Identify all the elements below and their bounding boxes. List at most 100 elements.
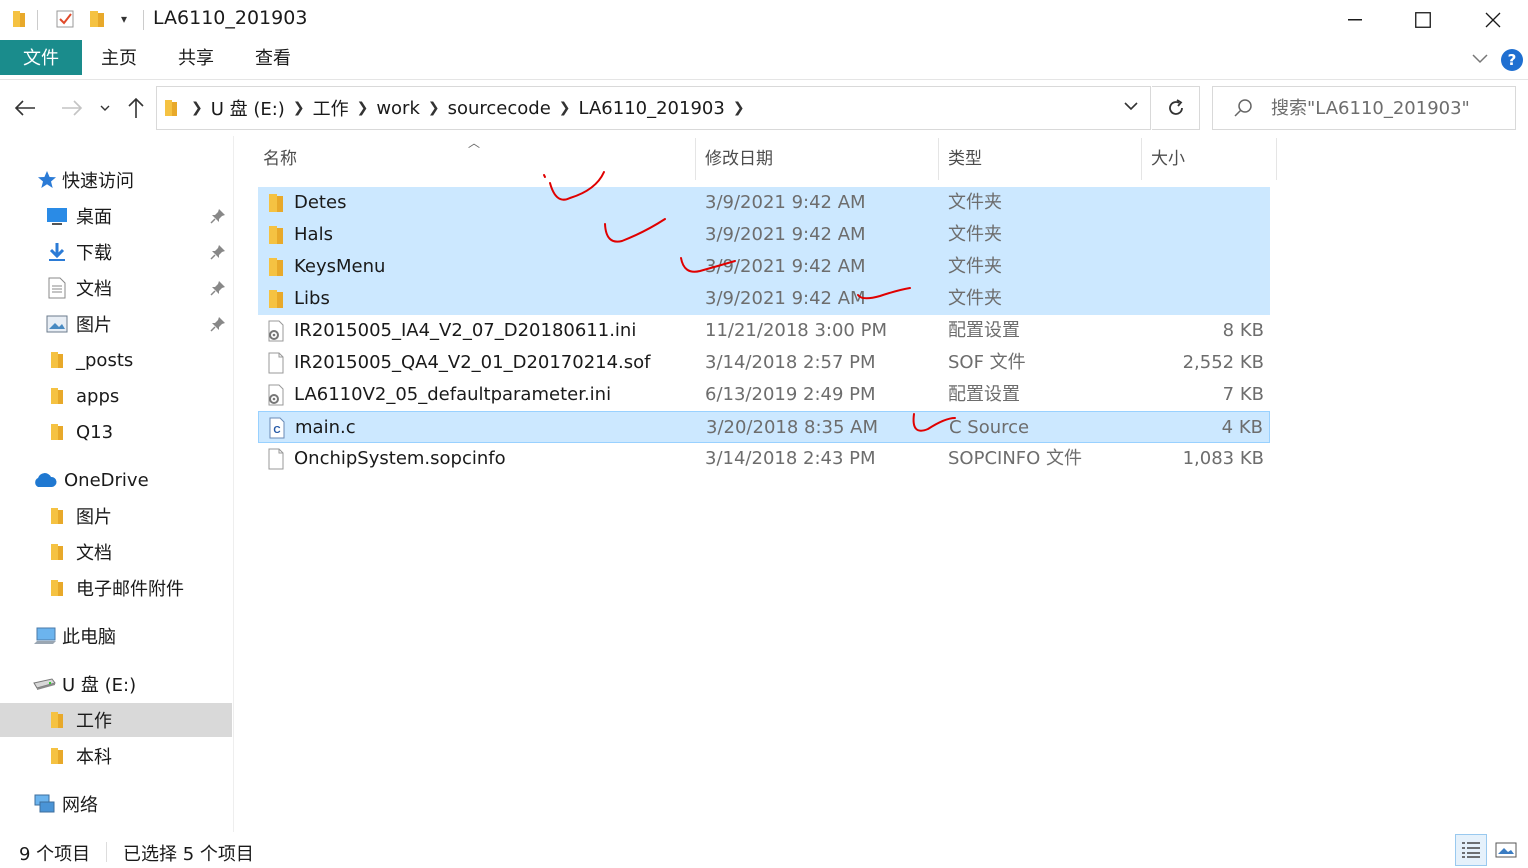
nav-desktop[interactable]: 桌面 [0,199,232,233]
file-date: 3/14/2018 2:57 PM [705,352,876,373]
divider [37,10,38,30]
chevron-right-icon[interactable]: ❯ [191,100,203,116]
file-name: KeysMenu [294,256,386,277]
computer-icon [32,625,58,647]
maximize-icon [1415,12,1431,28]
minimize-button[interactable] [1320,0,1390,40]
star-icon [36,169,58,191]
search-input[interactable] [1269,96,1503,120]
nav-onedrive-attachments[interactable]: 电子邮件附件 [0,571,232,605]
file-row-detes[interactable]: Detes 3/9/2021 9:42 AM 文件夹 [258,187,1270,219]
search-box[interactable] [1212,86,1516,130]
column-header-size[interactable]: 大小 [1143,138,1277,180]
tab-view[interactable]: 查看 [246,40,300,75]
up-button[interactable] [124,92,148,124]
status-bar: 9 个项目 已选择 5 个项目 [0,834,1528,868]
desktop-icon [46,205,68,227]
file-row-ia4-ini[interactable]: IR2015005_IA4_V2_07_D20180611.ini 11/21/… [258,315,1270,347]
nav-network[interactable]: 网络 [0,787,232,821]
file-type: 文件夹 [948,224,1002,245]
usb-drive-icon [32,673,56,695]
nav-this-pc[interactable]: 此电脑 [0,619,232,653]
nav-item-label: 文档 [76,543,112,564]
refresh-button[interactable] [1152,86,1200,130]
details-view-button[interactable] [1455,834,1487,866]
address-history-button[interactable] [1124,102,1138,111]
tab-file[interactable]: 文件 [0,40,82,75]
nav-item-label: 文档 [76,279,112,300]
breadcrumb-work[interactable]: work [376,98,420,119]
pin-icon[interactable] [210,316,226,337]
column-header-type[interactable]: 类型 [940,138,1142,180]
back-button[interactable] [10,92,40,124]
file-row-qa4-sof[interactable]: IR2015005_QA4_V2_01_D20170214.sof 3/14/2… [258,347,1270,379]
nav-item-label: 电子邮件附件 [76,579,184,600]
divider [143,10,144,30]
item-count: 9 个项目 [19,844,91,865]
breadcrumb-work-cn[interactable]: 工作 [313,95,349,121]
file-name: IR2015005_QA4_V2_01_D20170214.sof [294,352,651,373]
column-header-date[interactable]: 修改日期 [697,138,939,180]
chevron-right-icon[interactable]: ❯ [293,100,305,116]
nav-network-label: 网络 [62,795,98,816]
file-type: 文件夹 [948,192,1002,213]
cloud-icon [32,469,58,491]
pin-icon[interactable] [210,280,226,301]
breadcrumb-current[interactable]: LA6110_201903 [579,98,725,119]
settings-file-icon [268,320,284,342]
file-row-main-c[interactable]: C main.c 3/20/2018 8:35 AM C Source 4 KB [258,411,1270,443]
chevron-right-icon[interactable]: ❯ [357,100,369,116]
recent-locations-button[interactable] [96,92,114,124]
pin-icon[interactable] [210,244,226,265]
folder-icon [46,745,68,767]
file-date: 3/14/2018 2:43 PM [705,448,876,469]
nav-this-pc-label: 此电脑 [62,627,116,648]
nav-folder-q13[interactable]: Q13 [0,415,232,449]
nav-item-label: apps [76,385,120,407]
file-type: 文件夹 [948,288,1002,309]
nav-item-label: 工作 [76,711,112,732]
nav-pictures[interactable]: 图片 [0,307,232,341]
maximize-button[interactable] [1388,0,1458,40]
folder-icon [269,194,283,212]
file-date: 3/9/2021 9:42 AM [705,192,866,213]
file-row-hals[interactable]: Hals 3/9/2021 9:42 AM 文件夹 [258,219,1270,251]
network-icon [32,793,56,815]
breadcrumb-sourcecode[interactable]: sourcecode [448,98,551,119]
expand-ribbon-button[interactable] [1470,49,1490,69]
help-icon[interactable]: ? [1501,49,1523,71]
chevron-right-icon[interactable]: ❯ [428,100,440,116]
customize-toolbar-icon[interactable]: ▾ [116,8,132,30]
nav-drive-undergrad[interactable]: 本科 [0,739,232,773]
address-bar[interactable]: ❯ U 盘 (E:) ❯ 工作 ❯ work ❯ sourcecode ❯ LA… [156,86,1151,130]
file-row-libs[interactable]: Libs 3/9/2021 9:42 AM 文件夹 [258,283,1270,315]
sort-ascending-icon: ︿ [468,136,481,150]
nav-onedrive-documents[interactable]: 文档 [0,535,232,569]
nav-quick-access[interactable]: 快速访问 [0,163,232,197]
nav-documents[interactable]: 文档 [0,271,232,305]
file-row-defaultparameter-ini[interactable]: LA6110V2_05_defaultparameter.ini 6/13/20… [258,379,1270,411]
properties-icon[interactable] [54,8,76,30]
chevron-right-icon[interactable]: ❯ [559,100,571,116]
nav-drive-work[interactable]: 工作 [0,703,232,737]
nav-onedrive[interactable]: OneDrive [0,463,232,497]
file-size: 2,552 KB [1182,352,1264,373]
nav-folder-apps[interactable]: apps [0,379,232,413]
tab-home[interactable]: 主页 [92,40,146,75]
nav-downloads[interactable]: 下载 [0,235,232,269]
nav-folder-posts[interactable]: _posts [0,343,232,377]
file-row-sopcinfo[interactable]: OnchipSystem.sopcinfo 3/14/2018 2:43 PM … [258,443,1270,475]
folder-icon [269,290,283,308]
nav-onedrive-pictures[interactable]: 图片 [0,499,232,533]
tab-share[interactable]: 共享 [169,40,223,75]
chevron-right-icon[interactable]: ❯ [733,100,745,116]
close-button[interactable] [1458,0,1528,40]
new-folder-icon[interactable] [86,8,108,30]
folder-icon[interactable] [10,8,28,30]
nav-drive-e[interactable]: U 盘 (E:) [0,667,232,701]
breadcrumb-drive[interactable]: U 盘 (E:) [211,95,285,121]
forward-button[interactable] [57,92,87,124]
file-row-keysmenu[interactable]: KeysMenu 3/9/2021 9:42 AM 文件夹 [258,251,1270,283]
pin-icon[interactable] [210,208,226,229]
large-icons-view-button[interactable] [1490,834,1522,866]
